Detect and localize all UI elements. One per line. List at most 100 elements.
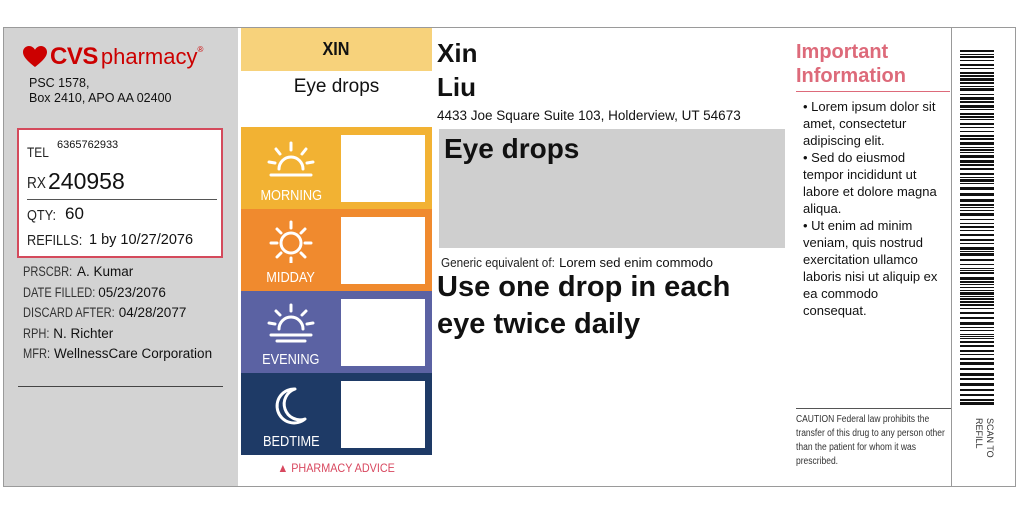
prescription-label: CVS pharmacy ® PSC 1578, Box 2410, APO A… [3, 27, 1016, 487]
barcode-bar [960, 116, 994, 118]
trademark: ® [197, 45, 204, 54]
dose-checkbox [341, 135, 425, 202]
barcode-bar [960, 368, 994, 370]
detail-value: 05/23/2076 [98, 284, 166, 300]
barcode-bar [960, 78, 994, 81]
store-address-line2: Box 2410, APO AA 02400 [29, 91, 172, 105]
patient-address: 4433 Joe Square Suite 103, Holderview, U… [437, 108, 741, 123]
barcode-bar [960, 402, 994, 405]
barcode-bar [960, 327, 994, 328]
barcode-bar [960, 298, 994, 300]
dosing-schedule: XIN Eye drops MORNING MIDDAY EVENING BED… [241, 28, 432, 486]
signature-line [18, 386, 223, 387]
slot-bedtime: BEDTIME [241, 373, 432, 455]
barcode-bar [960, 281, 994, 283]
drug-name: Eye drops [444, 133, 580, 164]
barcode-bar [960, 268, 994, 269]
pharmacy-info-panel: CVS pharmacy ® PSC 1578, Box 2410, APO A… [4, 28, 238, 486]
barcode-bar [960, 373, 994, 376]
barcode-bar [960, 272, 994, 274]
barcode-bar [960, 131, 994, 132]
barcode-bar [960, 296, 994, 297]
detail-row-date-filled: DATE FILLED: 05/23/2076 [23, 285, 238, 306]
barcode-bar [960, 334, 994, 335]
barcode-bar [960, 199, 994, 202]
dose-checkbox [341, 381, 425, 448]
barcode-bar [960, 177, 994, 178]
barcode-bar [960, 119, 994, 120]
barcode-bar [960, 138, 994, 140]
detail-label: DATE FILLED: [23, 284, 96, 300]
barcode-bar [960, 75, 994, 77]
important-item: • Ut enim ad minim veniam, quis nostrud … [803, 218, 938, 318]
sunset-icon [267, 303, 315, 343]
barcode-bar [960, 50, 994, 52]
barcode-bar [960, 230, 994, 231]
barcode-bar [960, 86, 994, 87]
barcode-bar [960, 284, 994, 285]
barcode-bar [960, 173, 994, 175]
barcode-bar [960, 290, 994, 291]
barcode-bar [960, 389, 994, 391]
detail-label: RPH: [23, 325, 50, 341]
rx-box: TEL 6365762933 RX 240958 QTY: 60 REFILLS… [17, 128, 223, 258]
detail-value: A. Kumar [77, 264, 134, 279]
barcode-bar [960, 304, 994, 306]
barcode-bar [960, 350, 994, 352]
barcode-bar [960, 160, 994, 163]
detail-label: PRSCBR: [23, 264, 73, 279]
detail-row-discard-after: DISCARD AFTER: 04/28/2077 [23, 305, 238, 326]
barcode-bar [960, 213, 994, 216]
slot-label: EVENING [262, 351, 320, 368]
barcode-bar [960, 287, 994, 288]
barcode-bar [960, 187, 994, 190]
barcode-bar [960, 94, 994, 95]
barcode-bar [960, 82, 994, 84]
barcode-bar [960, 113, 994, 115]
generic-equivalent: Generic equivalent of: Lorem sed enim co… [441, 255, 713, 270]
scan-to-refill-caption: SCAN TO REFILL [974, 418, 995, 458]
detail-label: DISCARD AFTER: [23, 305, 115, 321]
barcode-bar [960, 270, 994, 271]
detail-value: WellnessCare Corporation [54, 346, 213, 362]
barcode-bar [960, 193, 994, 196]
barcode-bar [960, 127, 994, 128]
slot-midday: MIDDAY [241, 209, 432, 291]
barcode-bar [960, 253, 994, 256]
slot-morning: MORNING [241, 127, 432, 209]
slot-label: BEDTIME [262, 433, 320, 450]
detail-value: N. Richter [53, 325, 114, 341]
rx-number: 240958 [48, 168, 125, 194]
barcode-bar [960, 264, 994, 265]
barcode-bar [960, 183, 994, 184]
caution-notice: CAUTION Federal law prohibits the transf… [796, 408, 951, 469]
barcode-bar [960, 378, 994, 380]
barcode-bar [960, 223, 994, 224]
barcode-bar [960, 358, 994, 360]
generic-value: Lorem sed enim commodo [559, 255, 713, 270]
barcode-bar [960, 109, 994, 110]
barcode-bar [960, 292, 994, 295]
drug-name-box: Eye drops [439, 129, 785, 248]
moon-icon [275, 387, 307, 425]
dose-checkbox [341, 217, 425, 284]
barcode-bar [960, 399, 994, 401]
refill-barcode[interactable] [960, 50, 994, 406]
barcode-bar [960, 179, 994, 182]
barcode-bar [960, 123, 994, 125]
important-info-panel: Important Information • Lorem ipsum dolo… [796, 28, 952, 486]
important-item: • Lorem ipsum dolor sit amet, consectetu… [803, 99, 936, 148]
rx-divider [27, 199, 217, 200]
sun-icon [269, 220, 313, 263]
barcode-bar [960, 308, 994, 309]
barcode-bar [960, 259, 994, 261]
barcode-bar [960, 210, 994, 211]
barcode-bar [960, 68, 994, 69]
barcode-bar [960, 247, 994, 250]
barcode-bar [960, 204, 994, 206]
detail-label: MFR: [23, 346, 51, 362]
pharmacy-advice: ▲ PHARMACY ADVICE [277, 461, 396, 475]
barcode-bar [960, 251, 994, 252]
barcode-bar [960, 56, 994, 58]
barcode-bar [960, 64, 994, 66]
